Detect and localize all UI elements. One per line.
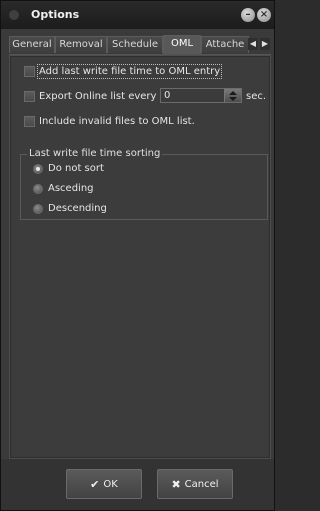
cancel-button-label: Cancel <box>184 478 219 490</box>
title-bar: Options – × <box>1 1 274 29</box>
tab-schedule[interactable]: Schedule <box>107 36 163 53</box>
include-invalid-label: Include invalid files to OML list. <box>39 115 195 127</box>
sorting-group-title: Last write file time sorting <box>27 148 163 159</box>
spin-up-icon[interactable] <box>229 91 237 95</box>
radio-asceding[interactable]: Asceding <box>33 183 94 194</box>
x-icon: ✖ <box>171 477 181 491</box>
checkmark-icon: ✔ <box>90 477 100 491</box>
radio-do-not-sort[interactable]: Do not sort <box>33 163 104 174</box>
sorting-groupbox: Last write file time sorting Do not sort… <box>20 148 268 220</box>
ok-button-label: OK <box>103 478 118 490</box>
add-last-write-checkbox[interactable] <box>24 65 35 77</box>
add-last-write-label: Add last write file time to OML entry <box>36 63 223 79</box>
tab-strip: General Removal Schedule OML Attache ◀ ▶ <box>9 35 271 55</box>
export-online-row[interactable]: Export Online list every <box>24 89 156 103</box>
interval-unit: sec. <box>246 91 267 102</box>
ok-button[interactable]: ✔ OK <box>66 469 142 499</box>
spin-buttons[interactable] <box>224 89 241 102</box>
tab-attache[interactable]: Attache <box>201 36 249 53</box>
tab-oml[interactable]: OML <box>163 35 201 54</box>
oml-panel: Add last write file time to OML entry Ex… <box>9 55 271 459</box>
radio-descending[interactable]: Descending <box>33 203 107 214</box>
tab-removal[interactable]: Removal <box>55 36 107 53</box>
window-title: Options <box>31 8 80 21</box>
export-online-label: Export Online list every <box>39 90 157 102</box>
options-window: Options – × General Removal Schedule OML… <box>0 0 275 511</box>
minimize-icon[interactable]: – <box>241 8 255 22</box>
radio-button[interactable] <box>33 203 43 214</box>
arrow-right-icon[interactable]: ▶ <box>260 38 270 50</box>
cancel-button[interactable]: ✖ Cancel <box>157 469 233 499</box>
radio-button[interactable] <box>33 183 43 194</box>
radio-label: Descending <box>48 203 107 214</box>
export-interval-value[interactable]: 0 <box>164 90 170 101</box>
export-online-checkbox[interactable] <box>24 90 35 102</box>
spin-down-icon[interactable] <box>229 97 237 101</box>
radio-button[interactable] <box>33 163 43 174</box>
tab-general[interactable]: General <box>9 36 55 53</box>
arrow-left-icon[interactable]: ◀ <box>248 38 258 50</box>
dialog-footer: ✔ OK ✖ Cancel <box>1 459 274 510</box>
close-icon[interactable]: × <box>257 8 271 22</box>
include-invalid-row[interactable]: Include invalid files to OML list. <box>24 114 195 128</box>
radio-label: Asceding <box>48 183 94 194</box>
app-icon <box>9 10 19 20</box>
radio-label: Do not sort <box>48 163 104 174</box>
export-interval-spinbox[interactable]: 0 <box>160 88 242 103</box>
add-last-write-row[interactable]: Add last write file time to OML entry <box>24 63 223 79</box>
include-invalid-checkbox[interactable] <box>24 115 35 127</box>
